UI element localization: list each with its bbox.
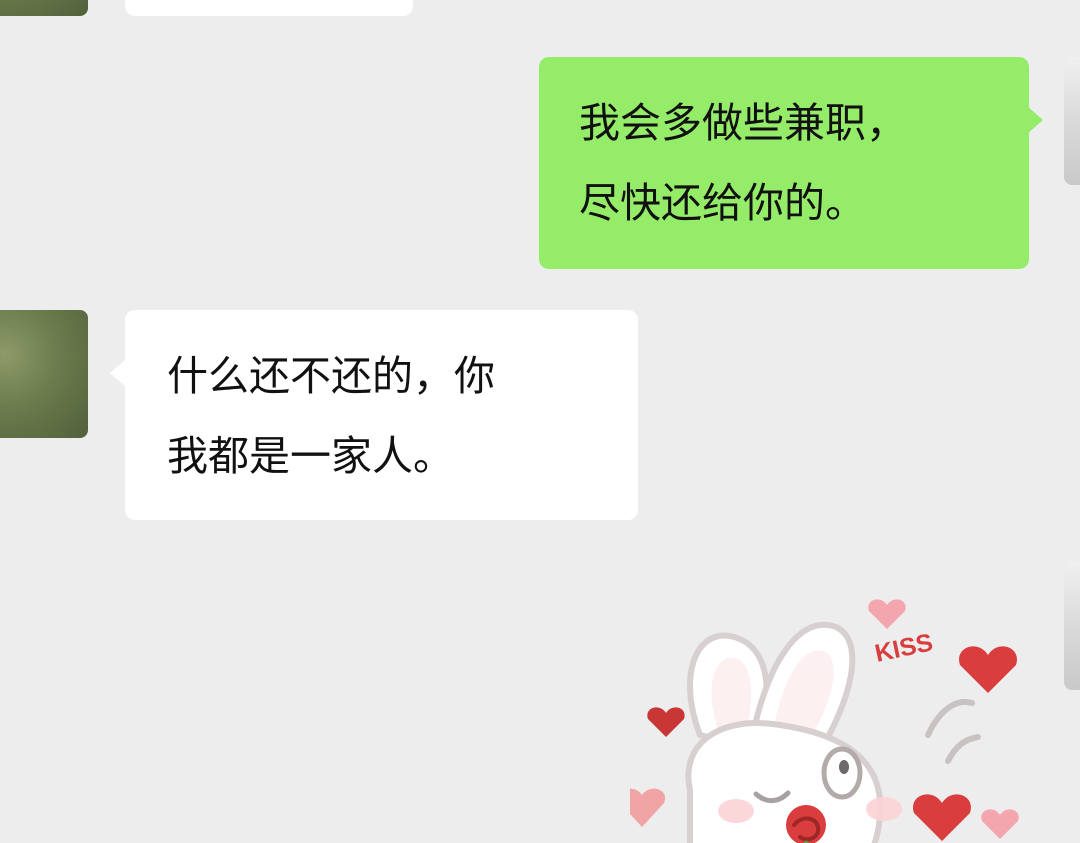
my-avatar-sticker[interactable]: [1064, 562, 1080, 690]
sticker-kiss-text: KISS: [872, 628, 935, 668]
heart-icon: [959, 646, 1017, 693]
my-avatar[interactable]: [1064, 57, 1080, 185]
contact-avatar[interactable]: [0, 310, 88, 438]
heart-icon: [981, 809, 1019, 839]
outgoing-message-bubble[interactable]: 我会多做些兼职， 尽快还给你的。: [539, 57, 1029, 269]
bunny-kiss-sticker-icon: KISS: [630, 599, 1019, 843]
message-bubble-partial-top[interactable]: [125, 0, 413, 16]
heart-icon: [913, 794, 971, 841]
incoming-message-line-1: 什么还不还的，你: [167, 352, 495, 400]
outgoing-bubble-tail: [1027, 106, 1043, 134]
incoming-bubble-tail: [110, 359, 126, 387]
heart-icon: [647, 707, 685, 737]
heart-icon: [630, 788, 666, 827]
bunny-kiss-sticker[interactable]: KISS: [630, 585, 1050, 843]
outgoing-message-line-2: 尽快还给你的。: [579, 179, 866, 227]
contact-avatar-top[interactable]: [0, 0, 88, 16]
incoming-message-bubble[interactable]: 什么还不还的，你 我都是一家人。: [125, 310, 638, 520]
outgoing-message-line-1: 我会多做些兼职，: [579, 99, 907, 147]
heart-icon: [868, 599, 906, 629]
incoming-message-line-2: 我都是一家人。: [167, 432, 454, 480]
